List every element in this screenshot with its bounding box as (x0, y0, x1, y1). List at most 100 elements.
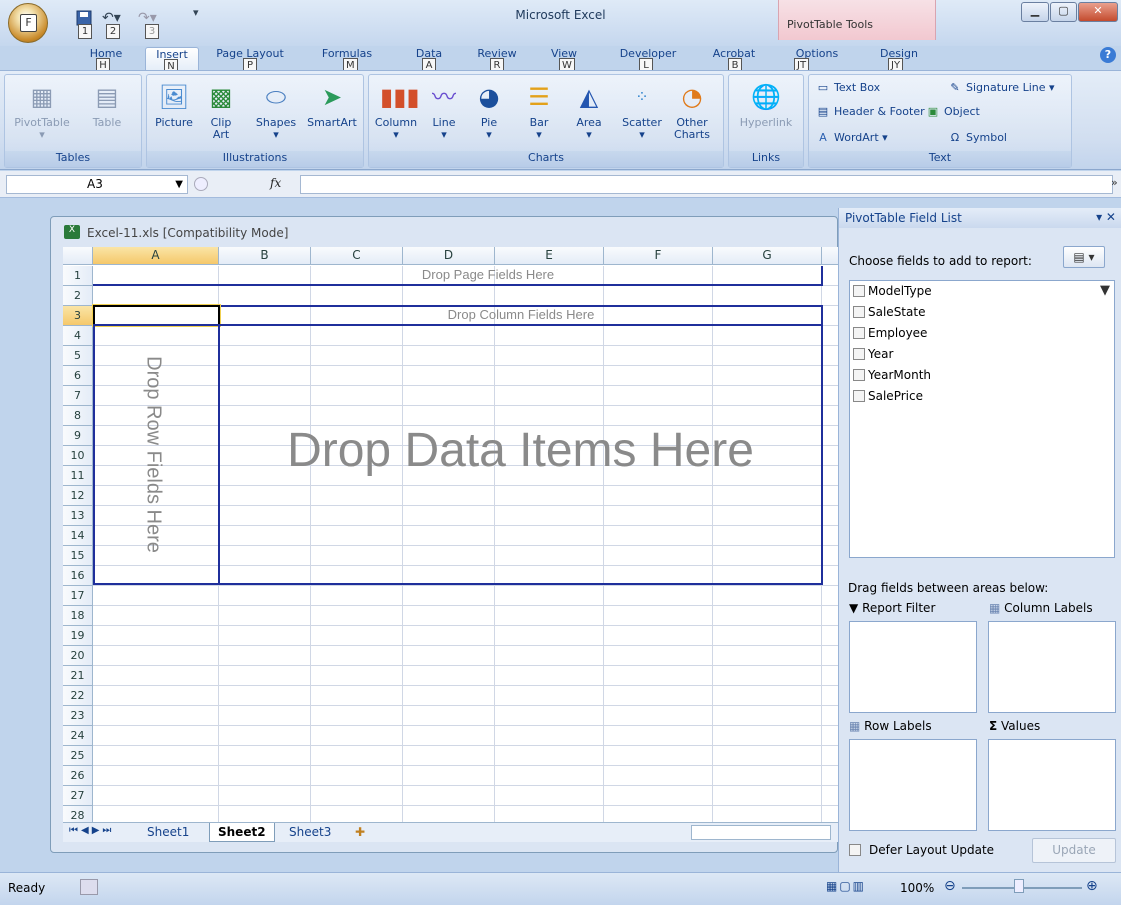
cell[interactable] (311, 726, 403, 746)
object-button[interactable]: ▣ Object (925, 105, 980, 119)
column-header-c[interactable]: C (311, 247, 403, 265)
row-header[interactable]: 21 (63, 666, 93, 686)
cell[interactable] (822, 666, 838, 686)
cell[interactable] (604, 286, 713, 306)
cell[interactable] (219, 806, 311, 822)
area-chart-button[interactable]: ◭ Area ▾ (569, 79, 609, 141)
field-checkbox[interactable] (853, 306, 865, 318)
name-box-dropdown-icon[interactable]: ▼ (175, 176, 183, 193)
cell[interactable] (311, 626, 403, 646)
name-box[interactable]: A3 ▼ (6, 175, 188, 194)
column-header-g[interactable]: G (713, 247, 822, 265)
cell[interactable] (219, 766, 311, 786)
row-header[interactable]: 23 (63, 706, 93, 726)
cell[interactable] (604, 686, 713, 706)
row-header[interactable]: 8 (63, 406, 93, 426)
cell[interactable] (822, 646, 838, 666)
zoom-out-icon[interactable]: ⊖ (944, 878, 956, 894)
cell[interactable] (713, 626, 822, 646)
cell[interactable] (311, 746, 403, 766)
cell[interactable] (495, 646, 604, 666)
row-header[interactable]: 13 (63, 506, 93, 526)
cell[interactable] (93, 646, 219, 666)
cell[interactable] (495, 706, 604, 726)
row-header[interactable]: 4 (63, 326, 93, 346)
cell[interactable] (604, 786, 713, 806)
cell[interactable] (93, 746, 219, 766)
cell[interactable] (822, 466, 838, 486)
picture-button[interactable]: 🖼 Picture (151, 79, 197, 129)
column-header-f[interactable]: F (604, 247, 713, 265)
cell[interactable] (604, 586, 713, 606)
tab-view[interactable]: View W (547, 47, 581, 73)
select-all-corner[interactable] (63, 247, 93, 265)
cell[interactable] (93, 666, 219, 686)
cell[interactable] (713, 606, 822, 626)
cell[interactable] (219, 626, 311, 646)
cell[interactable] (822, 326, 838, 346)
close-button[interactable]: ✕ (1078, 2, 1118, 22)
cell[interactable] (604, 666, 713, 686)
header-footer-button[interactable]: ▤ Header & Footer (815, 105, 925, 119)
column-header-d[interactable]: D (403, 247, 495, 265)
column-chart-button[interactable]: ▮▮▮ Column ▾ (371, 79, 421, 141)
bar-chart-button[interactable]: ☰ Bar ▾ (519, 79, 559, 141)
cell[interactable] (403, 686, 495, 706)
smartart-button[interactable]: ➤ SmartArt (303, 79, 361, 129)
cell[interactable] (311, 786, 403, 806)
tab-design[interactable]: Design JY (872, 47, 926, 73)
column-header-b[interactable]: B (219, 247, 311, 265)
worksheet-grid[interactable]: A B C D E F G 1 2 3 4 5 6 7 8 9 10 11 12 13 14 15 16 17 1… (63, 247, 838, 822)
cell[interactable] (93, 786, 219, 806)
tab-acrobat[interactable]: Acrobat B (708, 47, 760, 73)
tab-developer[interactable]: Developer L (615, 47, 681, 73)
minimize-button[interactable]: ▁ (1021, 2, 1049, 22)
update-button[interactable]: Update (1032, 838, 1116, 863)
column-header-a[interactable]: A (93, 247, 219, 265)
cell[interactable] (822, 786, 838, 806)
cell[interactable] (219, 586, 311, 606)
formula-bar-resize-icon[interactable] (194, 177, 208, 191)
cell[interactable] (219, 666, 311, 686)
column-header-partial[interactable] (822, 247, 838, 265)
zoom-slider-thumb[interactable] (1014, 879, 1024, 893)
row-header[interactable]: 1 (63, 266, 93, 286)
cell[interactable] (495, 686, 604, 706)
help-icon[interactable]: ? (1100, 47, 1116, 63)
cell[interactable] (822, 766, 838, 786)
zoom-level[interactable]: 100% (900, 881, 934, 895)
row-header[interactable]: 16 (63, 566, 93, 586)
cell[interactable] (604, 726, 713, 746)
field-item-year[interactable]: Year (853, 347, 893, 365)
cell[interactable] (495, 626, 604, 646)
row-header[interactable]: 12 (63, 486, 93, 506)
cell[interactable] (311, 286, 403, 306)
cell[interactable] (311, 606, 403, 626)
cell[interactable] (822, 306, 838, 326)
cell[interactable] (93, 626, 219, 646)
cell[interactable] (403, 806, 495, 822)
values-area[interactable] (988, 739, 1116, 831)
field-item-salestate[interactable]: SaleState (853, 305, 925, 323)
column-header-e[interactable]: E (495, 247, 604, 265)
cell[interactable] (713, 806, 822, 822)
cell[interactable] (93, 606, 219, 626)
cell[interactable] (495, 786, 604, 806)
horizontal-scrollbar[interactable] (691, 825, 831, 840)
tab-page-layout[interactable]: Page Layout P (215, 47, 285, 73)
cell[interactable] (219, 786, 311, 806)
cell[interactable] (495, 606, 604, 626)
tab-data[interactable]: Data A (409, 47, 449, 73)
field-item-employee[interactable]: Employee (853, 326, 927, 344)
field-list-layout-button[interactable]: ▤ ▾ (1063, 246, 1105, 268)
cell[interactable] (93, 586, 219, 606)
cell[interactable] (495, 766, 604, 786)
cell[interactable] (822, 406, 838, 426)
cell[interactable] (219, 706, 311, 726)
cell[interactable] (219, 286, 311, 306)
other-charts-button[interactable]: ◔ Other Charts (669, 79, 715, 141)
cell[interactable] (403, 606, 495, 626)
cell[interactable] (311, 646, 403, 666)
tab-formulas[interactable]: Formulas M (317, 47, 377, 73)
cell[interactable] (822, 526, 838, 546)
